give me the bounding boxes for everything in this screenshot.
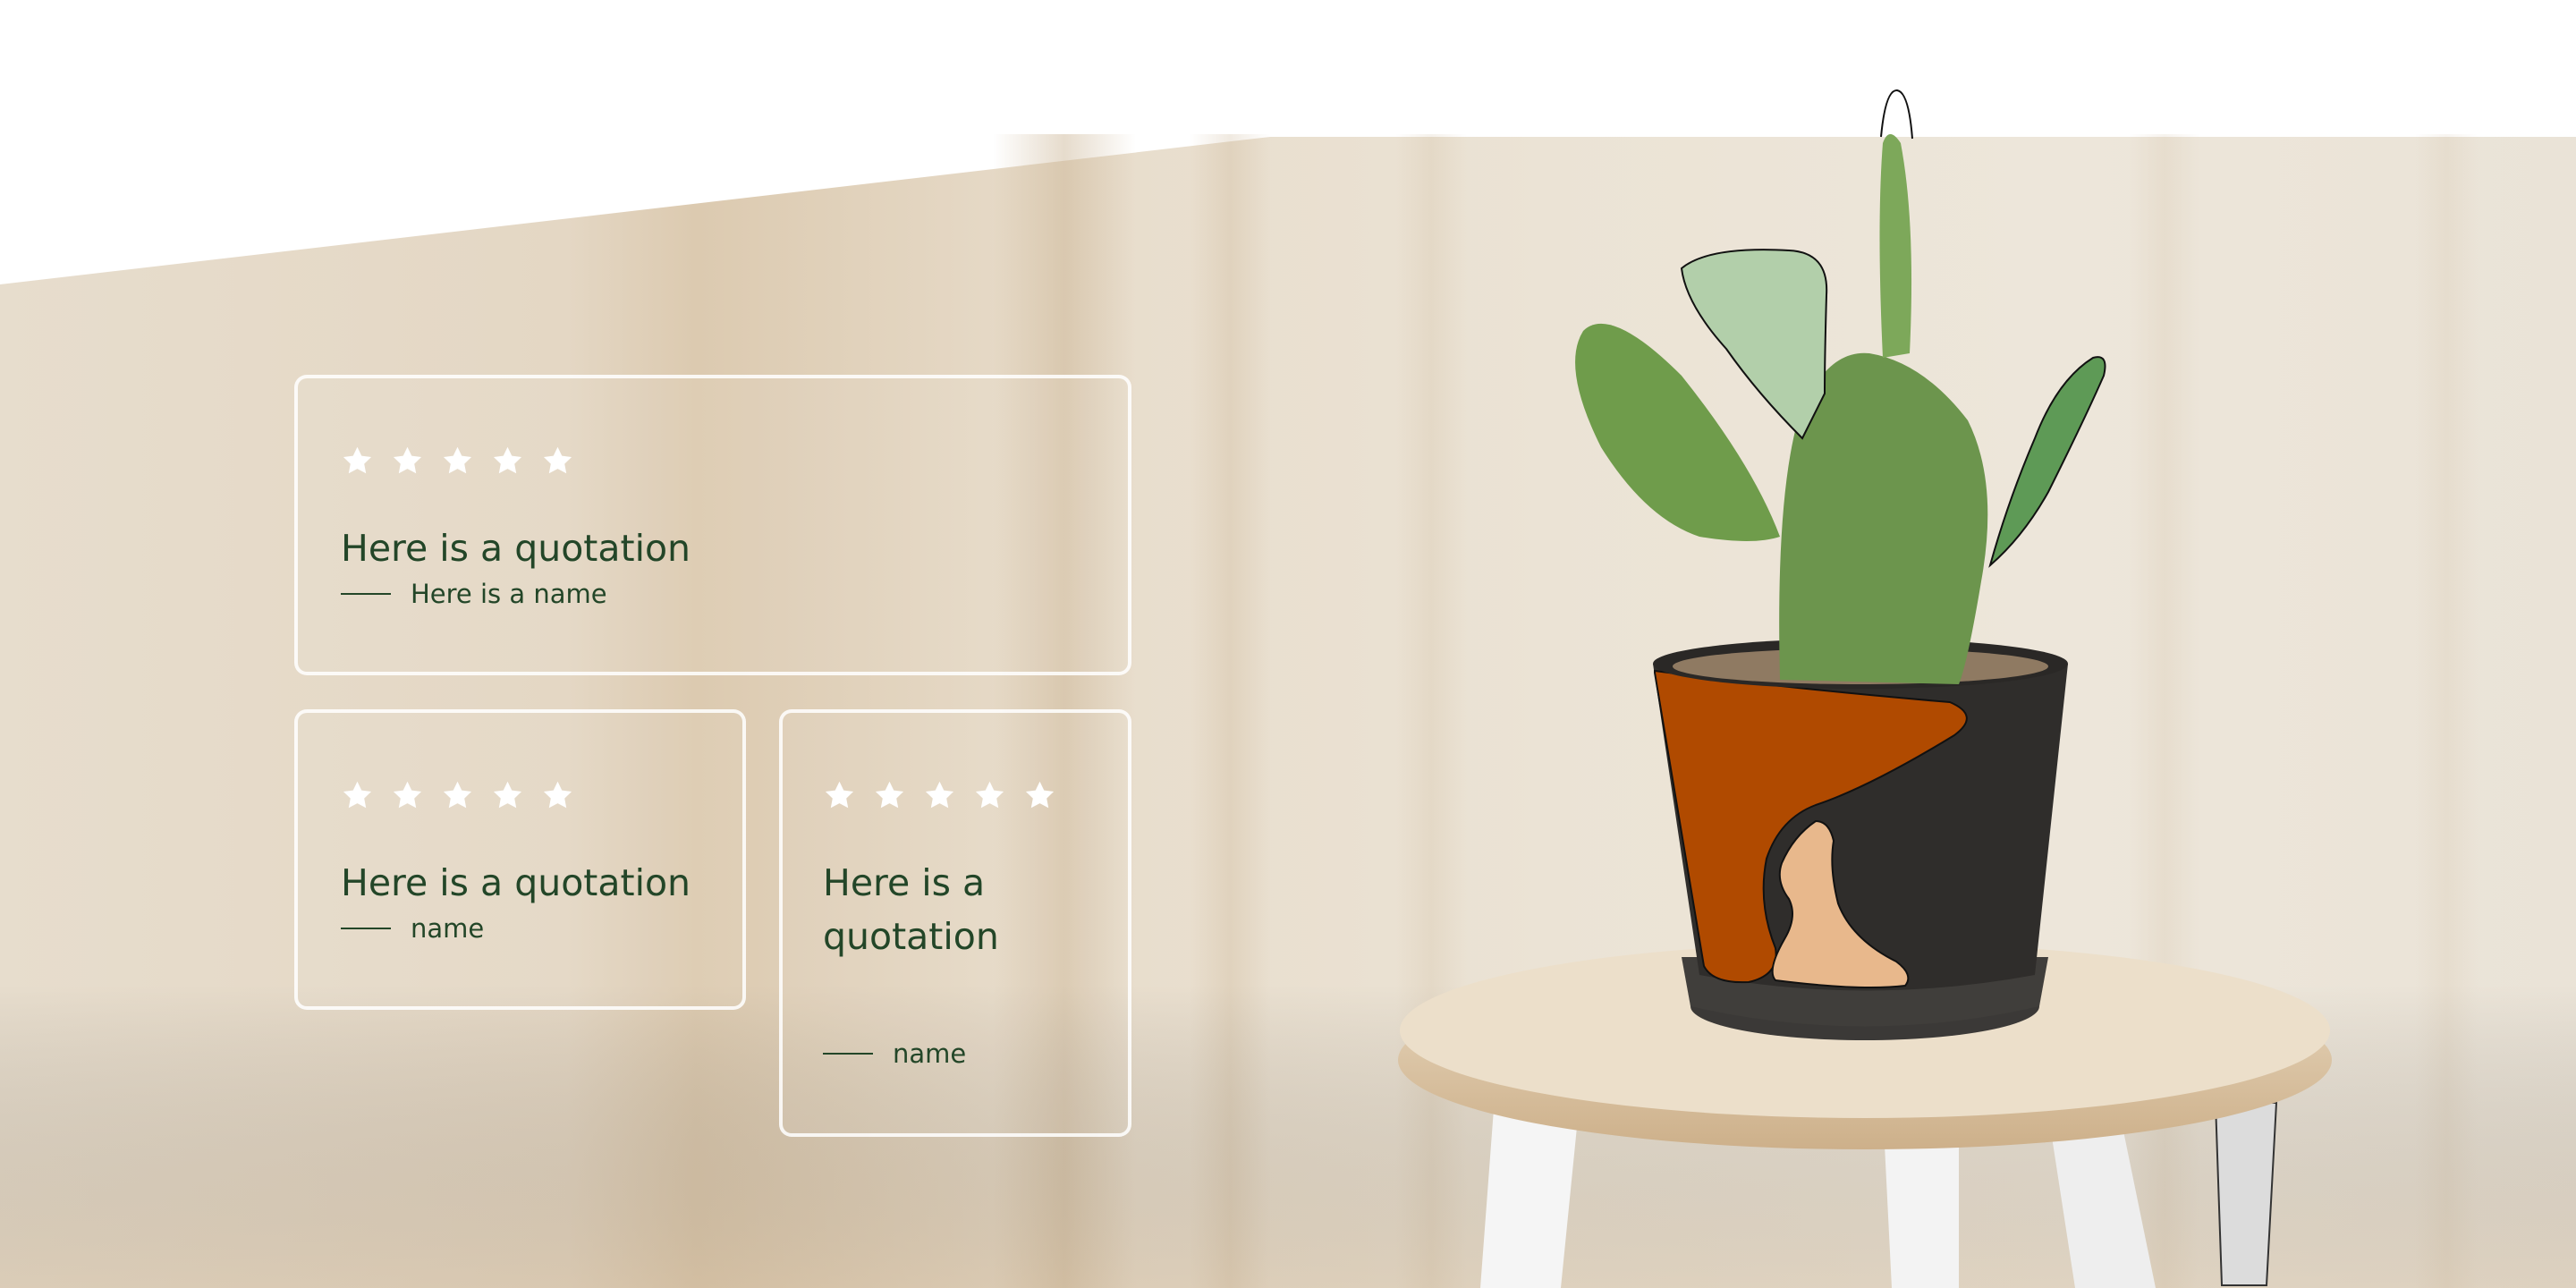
stool-leg-highlight: [2214, 1102, 2278, 1286]
author-name: name: [411, 913, 485, 944]
star-icon: [493, 781, 522, 809]
testimonial-quote: Here is a quotation: [341, 527, 691, 570]
star-icon: [493, 446, 522, 474]
dash-divider: [341, 928, 391, 929]
testimonial-author: name: [823, 1038, 966, 1069]
star-icon: [443, 446, 472, 474]
stem-tip-outline: [1880, 89, 1913, 140]
testimonial-quote-line: quotation: [823, 915, 999, 958]
star-icon: [543, 781, 572, 809]
star-icon: [343, 781, 372, 809]
star-icon: [875, 781, 904, 809]
author-name: name: [893, 1038, 967, 1069]
star-icon: [443, 781, 472, 809]
author-name: Here is a name: [411, 579, 607, 609]
star-icon: [825, 781, 854, 809]
star-icon: [393, 781, 422, 809]
rating-stars: [341, 779, 574, 812]
dash-divider: [341, 593, 391, 595]
star-icon: [1025, 781, 1055, 809]
testimonial-author: name: [341, 913, 484, 944]
star-icon: [343, 446, 372, 474]
star-icon: [393, 446, 422, 474]
testimonial-quote-line: Here is a: [823, 861, 986, 904]
testimonial-card: Here is a quotation Here is a name: [294, 375, 1131, 675]
testimonial-author: Here is a name: [341, 579, 607, 609]
rating-stars: [823, 779, 1056, 812]
testimonial-card: Here is a quotation name: [779, 709, 1131, 1137]
star-icon: [925, 781, 954, 809]
rating-stars: [341, 445, 574, 478]
testimonial-quote: Here is a quotation: [341, 861, 691, 904]
star-icon: [975, 781, 1004, 809]
dash-divider: [823, 1053, 873, 1055]
testimonial-card: Here is a quotation name: [294, 709, 746, 1010]
star-icon: [543, 446, 572, 474]
